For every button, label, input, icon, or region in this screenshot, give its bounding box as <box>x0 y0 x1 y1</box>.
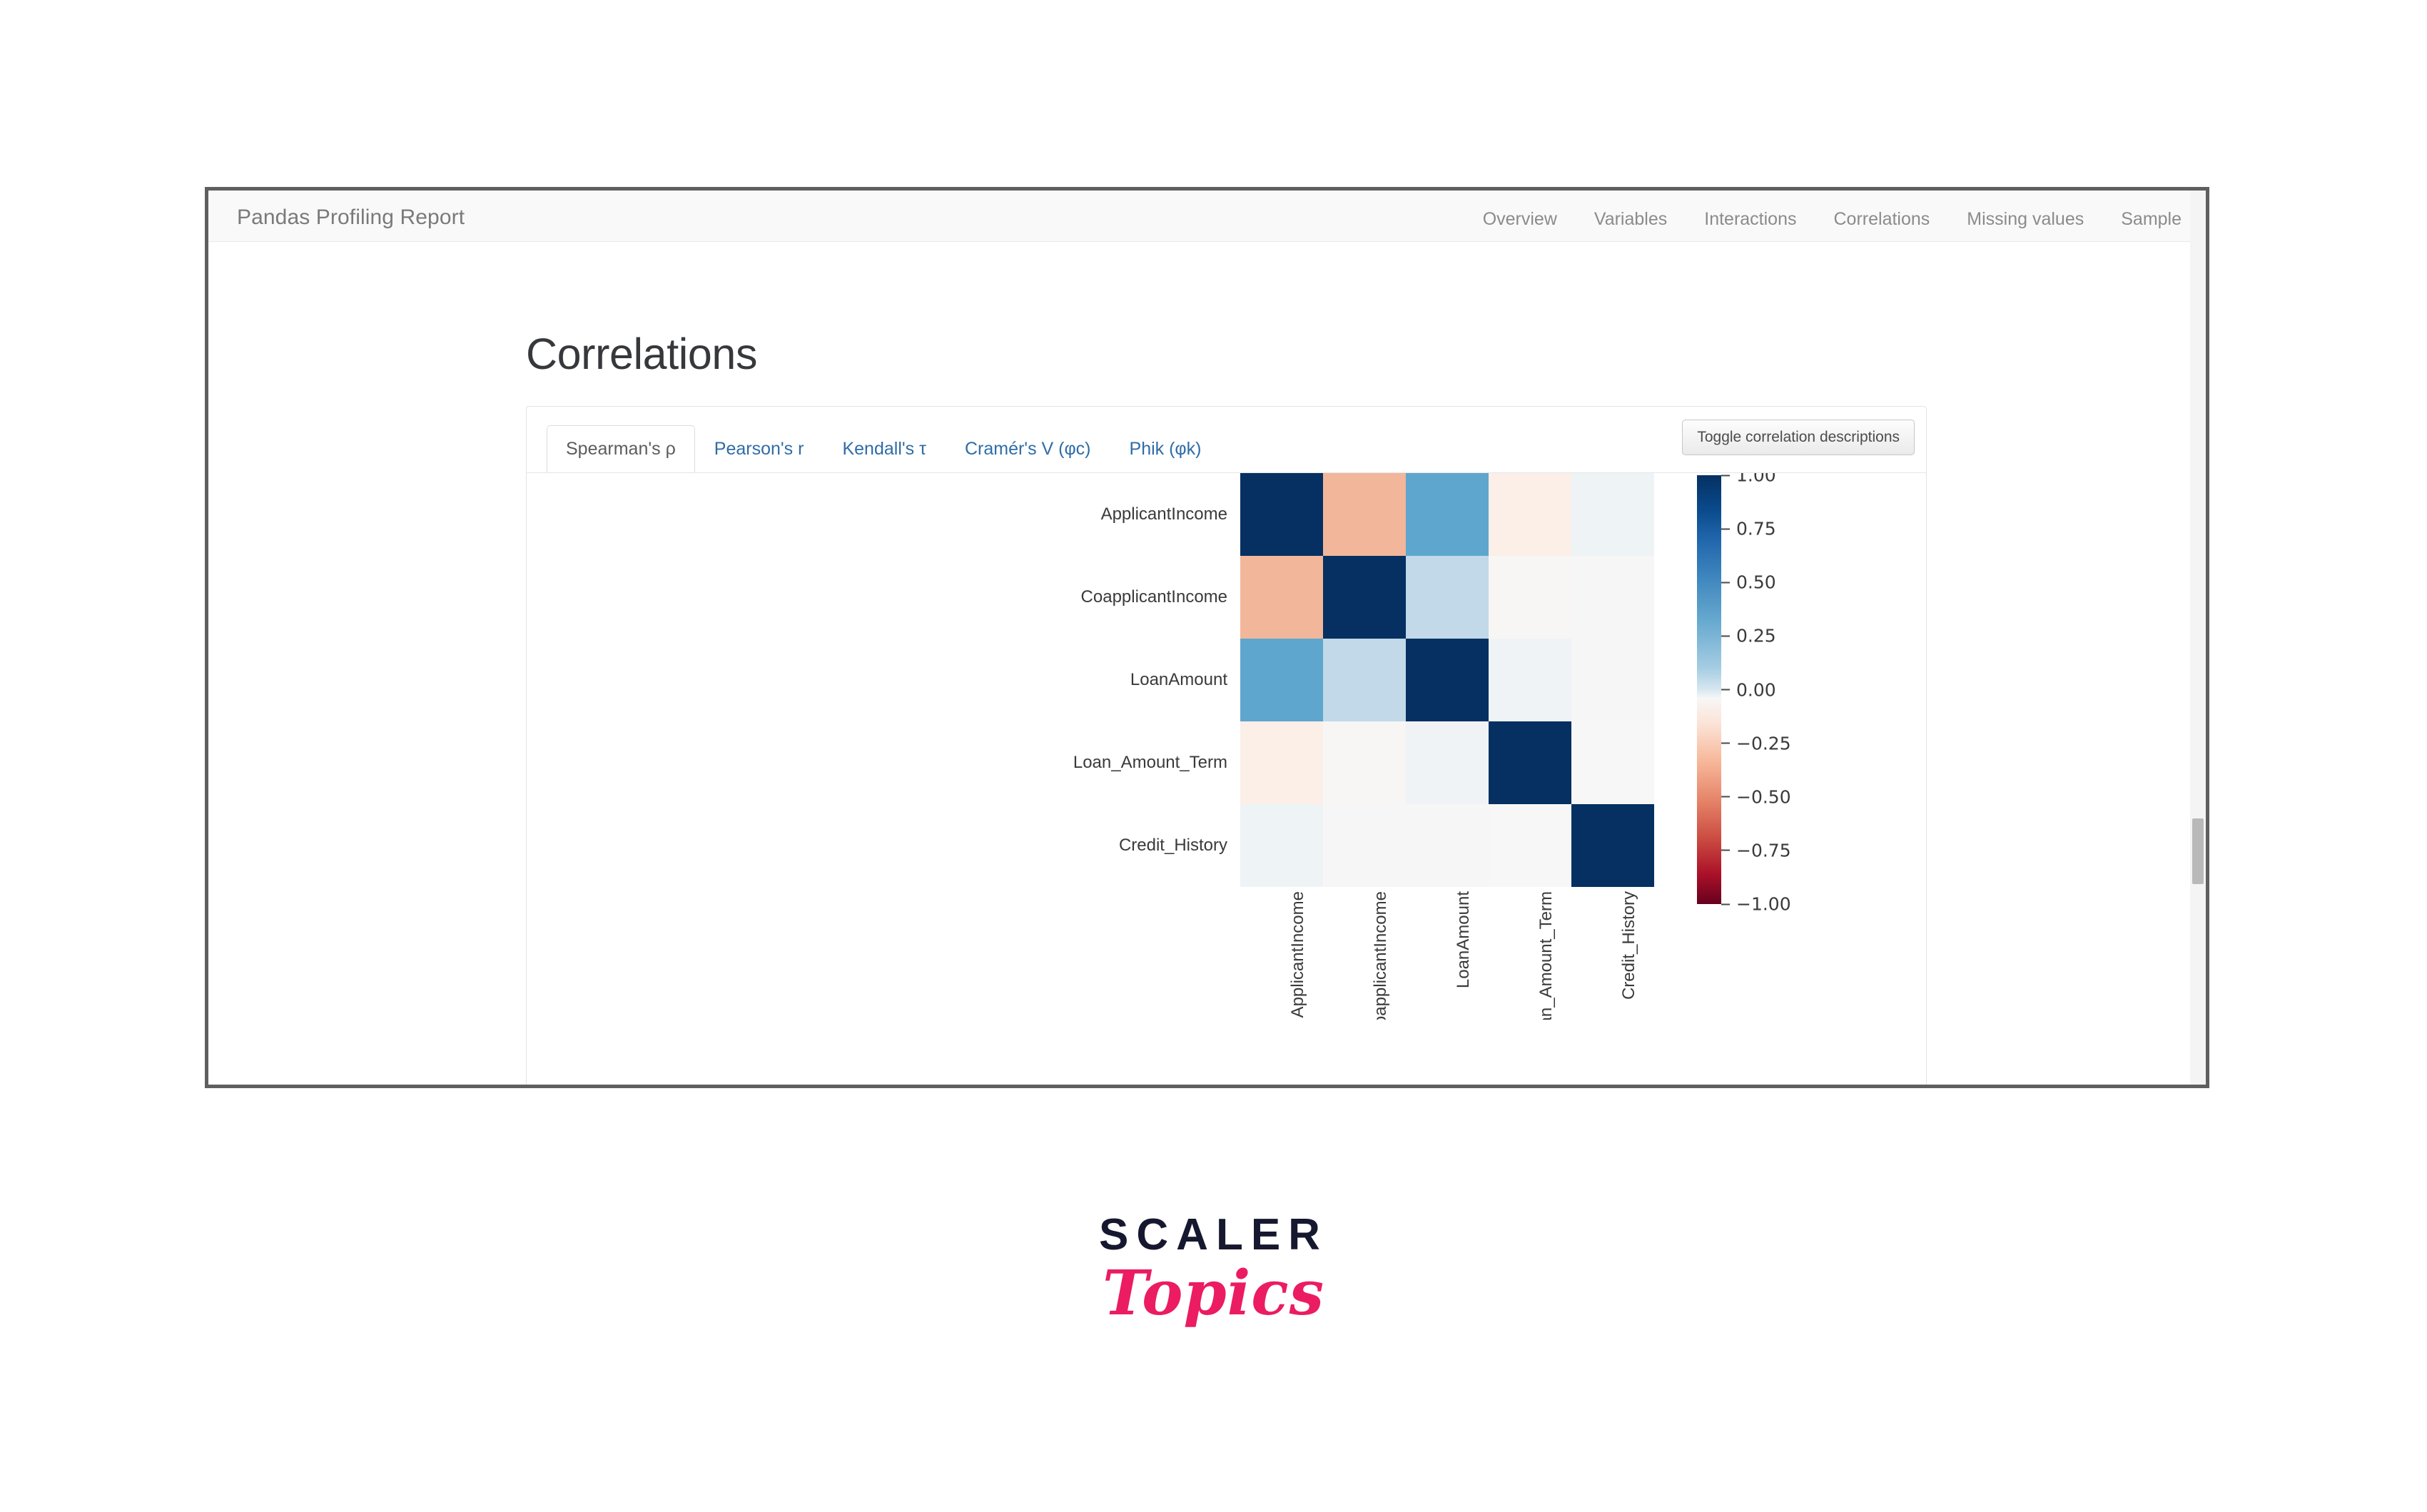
heatmap-cell <box>1323 556 1406 639</box>
colorbar-tick: −1.00 <box>1721 894 1791 915</box>
colorbar-tick-mark <box>1721 903 1730 905</box>
colorbar-tick-label: 0.00 <box>1736 679 1776 700</box>
colorbar-tick-label: 1.00 <box>1736 473 1776 486</box>
correlation-heatmap-figure: ApplicantIncome CoapplicantIncome LoanAmou… <box>527 473 1926 1085</box>
heatmap-y-tick-label: CoapplicantIncome <box>1080 587 1227 607</box>
colorbar-tick-label: −0.50 <box>1736 786 1791 808</box>
colorbar-tick-mark <box>1721 475 1730 476</box>
report-nav-links: Overview Variables Interactions Correlat… <box>1483 209 2182 230</box>
heatmap-y-tick-label: Loan_Amount_Term <box>1073 753 1227 772</box>
nav-link-sample[interactable]: Sample <box>2121 209 2182 230</box>
vertical-scrollbar-thumb[interactable] <box>2192 818 2204 884</box>
heatmap-cell <box>1489 804 1571 887</box>
vertical-scrollbar-track[interactable] <box>2190 191 2206 1085</box>
nav-link-overview[interactable]: Overview <box>1483 209 1557 230</box>
colorbar-tick-mark <box>1721 582 1730 584</box>
heatmap-cell <box>1406 473 1489 556</box>
heatmap-x-tick-label: CoapplicantIncome <box>1371 891 1390 1020</box>
heatmap-cell-grid <box>1240 473 1654 887</box>
heatmap-x-tick-label: LoanAmount <box>1454 891 1473 989</box>
report-brand-title: Pandas Profiling Report <box>237 206 465 229</box>
colorbar-tick-mark <box>1721 849 1730 851</box>
heatmap-cell <box>1240 556 1323 639</box>
heatmap-y-tick-label: ApplicantIncome <box>1100 504 1227 524</box>
heatmap-cell <box>1240 473 1323 556</box>
heatmap-cell <box>1240 804 1323 887</box>
heatmap-x-axis-labels: ApplicantIncome CoapplicantIncome LoanAmou… <box>1240 891 1654 1020</box>
colorbar-tick: −0.75 <box>1721 840 1791 861</box>
colorbar-tick: −0.25 <box>1721 733 1791 754</box>
logo-topics-text: Topics <box>1102 1257 1325 1329</box>
colorbar-tick-label: 0.75 <box>1736 518 1776 539</box>
correlations-card: Spearman's ρ Pearson's r Kendall's τ Cra… <box>526 406 1927 1085</box>
correlation-tabs: Spearman's ρ Pearson's r Kendall's τ Cra… <box>547 425 1220 472</box>
heatmap-y-tick-label: Credit_History <box>1118 836 1227 855</box>
tab-phik[interactable]: Phik (φk) <box>1110 425 1221 472</box>
colorbar-gradient <box>1697 475 1721 904</box>
report-body: Correlations Spearman's ρ Pearson's r Ke… <box>208 242 2206 1085</box>
colorbar-tick: −0.50 <box>1721 786 1791 807</box>
heatmap-cell <box>1489 639 1571 721</box>
heatmap-cell <box>1571 639 1654 721</box>
heatmap-cell <box>1406 556 1489 639</box>
tab-cramers-v[interactable]: Cramér's V (φc) <box>946 425 1110 472</box>
browser-window: Pandas Profiling Report Overview Variabl… <box>205 187 2209 1088</box>
heatmap-cell <box>1489 721 1571 804</box>
heatmap-cell <box>1489 556 1571 639</box>
colorbar-tick-mark <box>1721 742 1730 744</box>
tab-kendall[interactable]: Kendall's τ <box>823 425 946 472</box>
heatmap-cell <box>1240 639 1323 721</box>
heatmap-cell <box>1323 639 1406 721</box>
toggle-correlation-descriptions-button[interactable]: Toggle correlation descriptions <box>1682 420 1915 455</box>
colorbar-tick-label: 0.25 <box>1736 625 1776 646</box>
colorbar-tick-label: −0.75 <box>1736 840 1791 861</box>
colorbar-tick-mark <box>1721 635 1730 637</box>
colorbar-tick-label: −1.00 <box>1736 893 1791 915</box>
heatmap-cell <box>1571 473 1654 556</box>
heatmap-x-tick-label: Loan_Amount_Term <box>1536 891 1556 1020</box>
logo-scaler-text: SCALER <box>1099 1210 1328 1259</box>
tab-pearson[interactable]: Pearson's r <box>695 425 824 472</box>
colorbar-tick: 1.00 <box>1721 473 1776 486</box>
page-title: Correlations <box>526 329 758 378</box>
heatmap-cell <box>1323 804 1406 887</box>
colorbar-tick: 0.00 <box>1721 679 1776 700</box>
nav-link-correlations[interactable]: Correlations <box>1834 209 1930 230</box>
heatmap-x-tick-label: ApplicantIncome <box>1288 891 1307 1018</box>
nav-link-interactions[interactable]: Interactions <box>1704 209 1796 230</box>
colorbar-tick-mark <box>1721 689 1730 691</box>
heatmap-cell <box>1406 721 1489 804</box>
heatmap-x-tick-label: Credit_History <box>1619 891 1638 1000</box>
heatmap-cell <box>1406 804 1489 887</box>
heatmap-cell <box>1323 473 1406 556</box>
heatmap-cell <box>1406 639 1489 721</box>
heatmap-cell <box>1489 473 1571 556</box>
colorbar-tick-label: −0.25 <box>1736 733 1791 754</box>
heatmap-cell <box>1571 721 1654 804</box>
heatmap-cell <box>1571 556 1654 639</box>
screenshot-root: Pandas Profiling Report Overview Variabl… <box>0 0 2427 1512</box>
colorbar-tick-mark <box>1721 528 1730 530</box>
colorbar-tick: 0.50 <box>1721 572 1776 593</box>
colorbar-tick: 0.25 <box>1721 626 1776 646</box>
heatmap-cell <box>1240 721 1323 804</box>
scaler-topics-logo: SCALER Topics <box>0 1213 2427 1328</box>
tab-spearman[interactable]: Spearman's ρ <box>547 425 695 472</box>
report-navbar: Pandas Profiling Report Overview Variabl… <box>208 191 2206 242</box>
nav-link-missing-values[interactable]: Missing values <box>1967 209 2084 230</box>
colorbar-tick: 0.75 <box>1721 519 1776 539</box>
colorbar-tick-label: 0.50 <box>1736 572 1776 593</box>
nav-link-variables[interactable]: Variables <box>1594 209 1667 230</box>
heatmap-cell <box>1323 721 1406 804</box>
heatmap-y-tick-label: LoanAmount <box>1130 670 1227 689</box>
colorbar-tick-mark <box>1721 796 1730 798</box>
heatmap-cell <box>1571 804 1654 887</box>
